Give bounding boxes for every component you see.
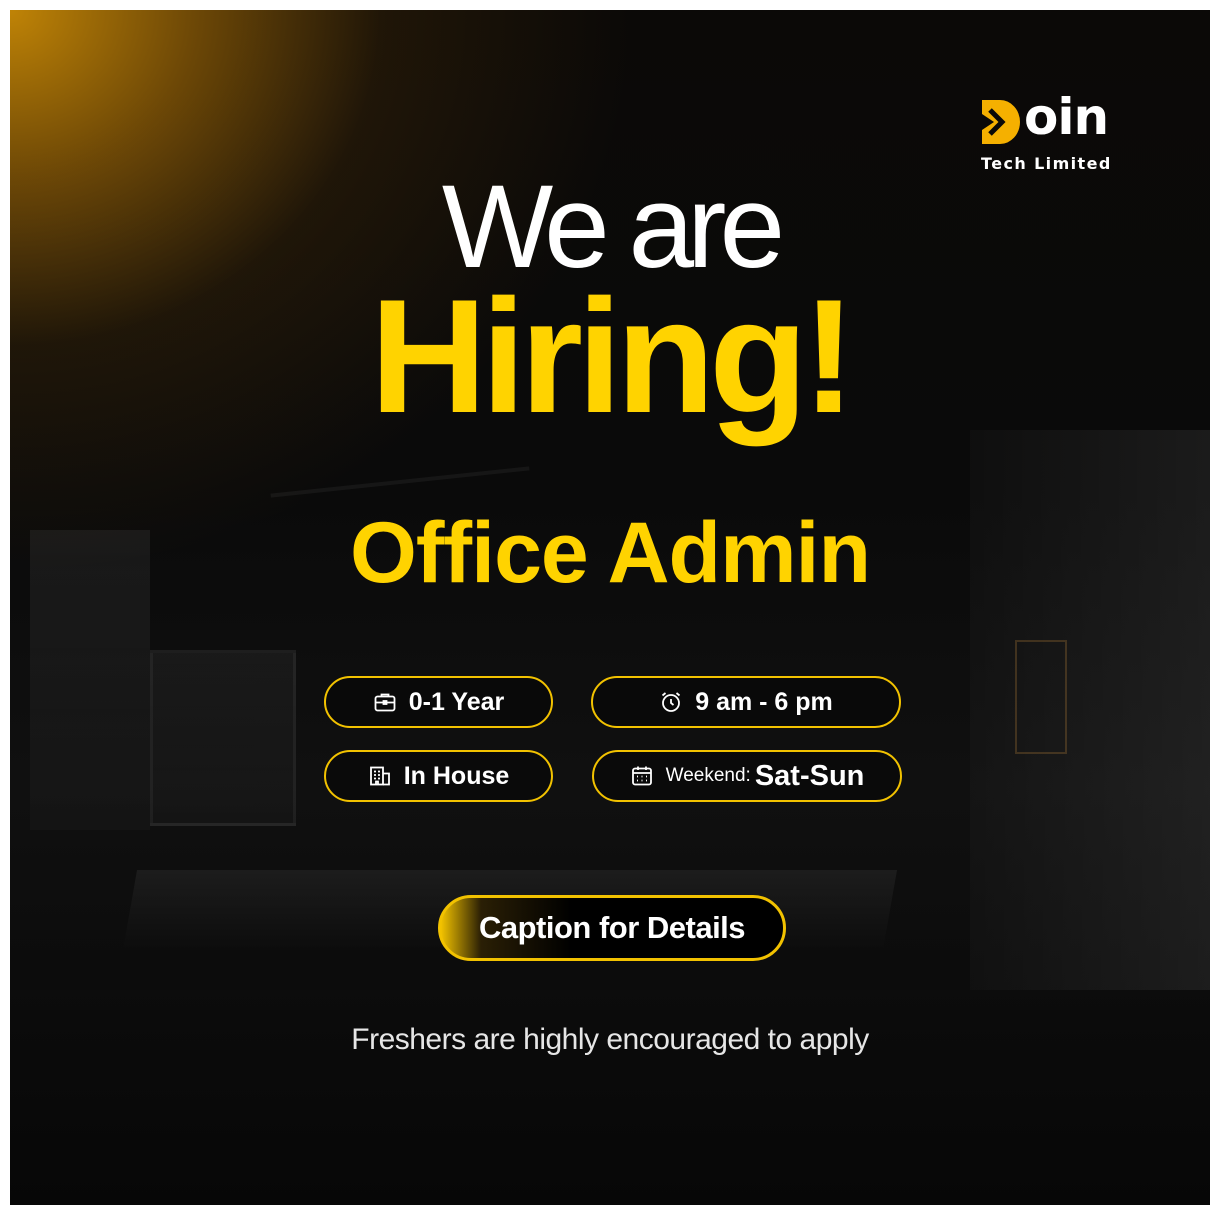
logo-mark-icon <box>982 100 1020 144</box>
briefcase-icon <box>373 690 397 714</box>
experience-badge: 0-1 Year <box>324 676 553 728</box>
background-window-frame <box>150 650 296 826</box>
alarm-clock-icon <box>659 690 683 714</box>
background-ceiling-light <box>270 466 530 498</box>
building-icon <box>368 764 392 788</box>
experience-text: 0-1 Year <box>408 687 505 716</box>
freshers-note: Freshers are highly encouraged to apply <box>351 1023 869 1056</box>
caption-for-details-button[interactable]: Caption for Details <box>438 895 786 961</box>
calendar-icon <box>630 764 654 788</box>
working-hours-badge: 9 am - 6 pm <box>591 676 901 728</box>
location-badge: In House <box>324 750 553 802</box>
company-logo: oin Tech Limited <box>980 88 1140 176</box>
job-title: Office Admin <box>350 505 871 601</box>
background-wall-art <box>1015 640 1067 754</box>
weekend-label: Weekend: <box>665 765 751 786</box>
weekend-value: Sat-Sun <box>754 759 865 792</box>
weekend-badge: Weekend: Sat-Sun <box>592 750 902 802</box>
working-hours-text: 9 am - 6 pm <box>695 687 833 716</box>
logo-wordmark: oin <box>1024 88 1109 146</box>
hiring-poster: oin Tech Limited We are Hiring! Office A… <box>10 10 1210 1205</box>
location-text: In House <box>403 761 510 790</box>
headline-hiring: Hiring! <box>370 266 856 447</box>
